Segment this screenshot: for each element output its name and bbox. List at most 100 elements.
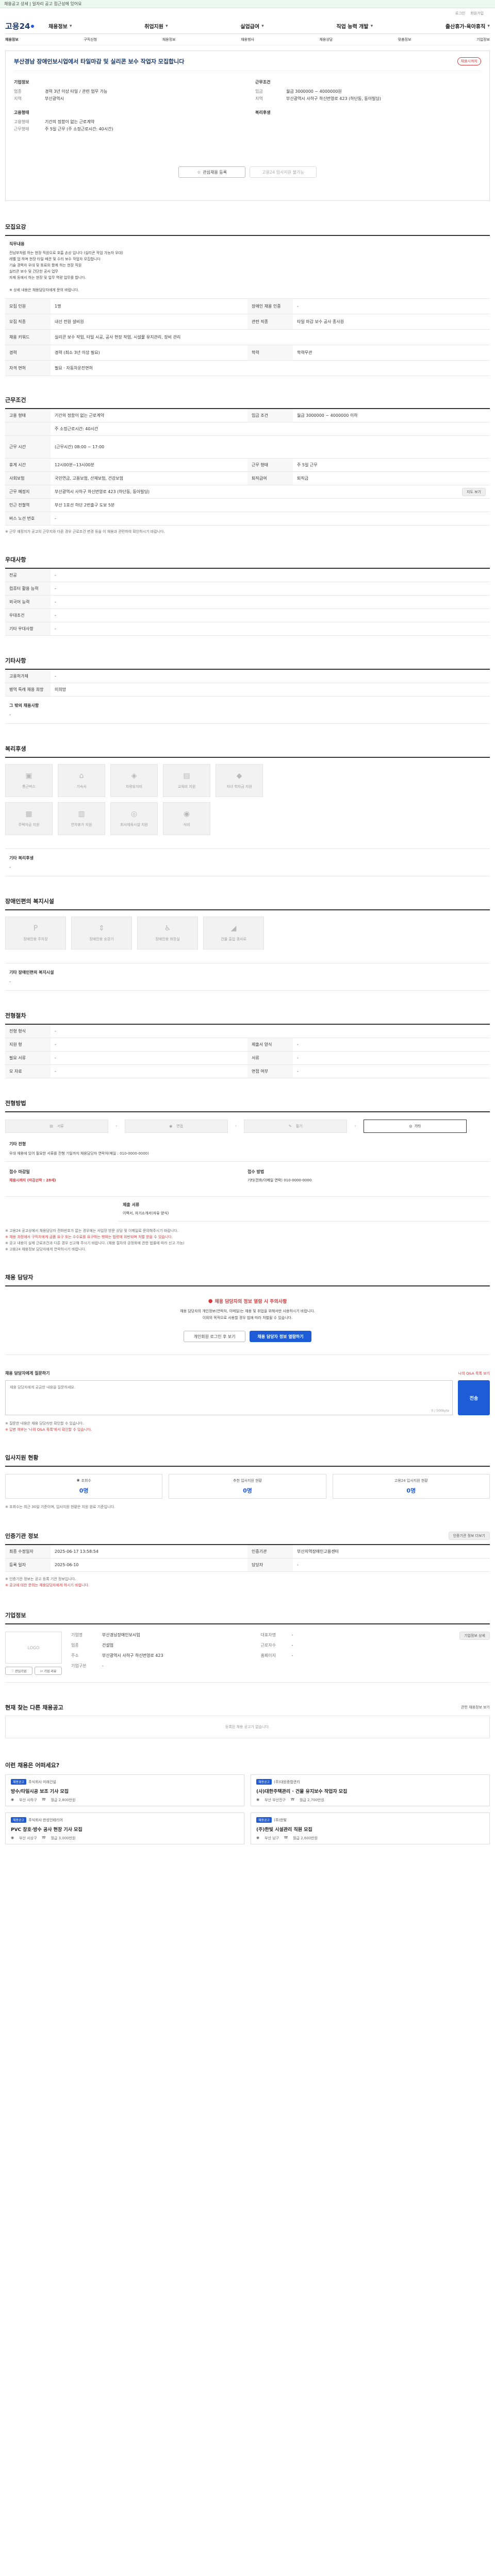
section-title: 모집요강 — [5, 224, 26, 230]
info-value: 부산광역시 사하구 하신번영로 423 (하단동, 동아빌딩) — [286, 96, 381, 101]
row-value: (근무시간) 08:00 ~ 17:00 — [55, 445, 105, 449]
job-desc-line: 자재 등에서 하는 현장 및 업무 역량 업무를 합니다. — [9, 276, 86, 280]
chevron-down-icon: ▼ — [69, 24, 72, 28]
map-view-button[interactable]: 지도 보기 — [462, 487, 486, 496]
apply-disabled-button[interactable]: 고용24 입사지원 불가능 — [250, 166, 317, 178]
subnav-item[interactable]: 채용정보 — [162, 37, 176, 42]
money-icon: ₩ — [42, 1798, 46, 1802]
row-value: 타일 마감 보수 공사 종사원 — [297, 319, 344, 324]
row-key: 주소 — [71, 1653, 79, 1658]
save-job-button[interactable]: ☆ 관심채용 등록 — [178, 166, 245, 178]
gnb-item-support[interactable]: 취업지원 ▼ — [144, 22, 168, 30]
row-key: 병역 특례 채용 희망 — [5, 683, 51, 696]
row-key: 근무 형태 — [248, 459, 293, 471]
meal-icon: ◉ — [183, 810, 190, 818]
signup-link[interactable]: 회원가입 — [470, 11, 484, 16]
row-value: 실리콘 보수 작업, 타일 시공, 공사 현장 작업, 시설물 유지관리, 장비… — [55, 335, 181, 340]
inquiry-submit-button[interactable]: 전송 — [458, 1380, 490, 1415]
recommend-card[interactable]: 채용공고 (주)대원종합관리 (사)대한주택관리 · 건물 유지보수 작업자 모집… — [251, 1774, 490, 1806]
follow-company-button[interactable]: ♡ 관심기업 — [5, 1667, 32, 1675]
money-icon: ₩ — [42, 1836, 46, 1840]
facility-tile-ramp: ◢ 건물 출입 경사로 — [203, 917, 264, 950]
section-title: 채용 담당자 — [5, 1274, 34, 1281]
row-value: - — [55, 516, 56, 521]
employ-heading: 고용형태 — [14, 110, 29, 115]
row-key: 담당자 — [248, 1558, 293, 1571]
row-key: 컴퓨터 활용 능력 — [5, 582, 51, 595]
welfare-tile-edu: ▤ 교육비 지원 — [163, 764, 210, 797]
section-title: 기타사항 — [5, 657, 26, 664]
row-value: 2025-06-10 — [55, 1563, 79, 1567]
gnb-item-benefit[interactable]: 실업급여 ▼ — [240, 22, 263, 30]
row-value: - — [55, 1029, 56, 1033]
welfare-tile-tuition: ◆ 자녀 학자금 지원 — [216, 764, 263, 797]
etc-other-value: - — [9, 713, 11, 717]
warn-line: 채용 담당자의 개인정보(연락처, 이메일)는 채용 및 취업을 위해서만 사용… — [180, 1309, 315, 1313]
row-value: 부산 1호선 하단 2번출구 도보 5분 — [55, 503, 115, 507]
utility-links: 로그인 회원가입 — [5, 8, 490, 19]
card-title: (사)대한주택관리 · 건물 유지보수 작업자 모집 — [256, 1789, 348, 1794]
certified-note: ※ 공고에 대한 문의는 채용담당자에게 하시기 바랍니다. — [5, 1583, 90, 1587]
row-value: 내선 전원 설비원 — [55, 319, 84, 324]
info-value: 주 5일 근무 (주 소정근로시간: 40시간) — [45, 127, 113, 131]
row-key: 모 자료 — [5, 1065, 51, 1078]
row-value: 학력무관 — [297, 350, 312, 355]
row-value: 기간의 정함이 없는 근로계약 — [55, 413, 104, 418]
subnav-item[interactable]: 맞춤정보 — [398, 37, 411, 42]
inquiry-textarea[interactable] — [6, 1381, 452, 1415]
subnav-item[interactable]: 채용정보 — [5, 37, 19, 42]
row-value: - — [55, 586, 56, 591]
login-to-view-button[interactable]: 개인회원 로그인 후 보기 — [184, 1331, 245, 1342]
inquiry-section: 채용 담당자에게 질문하기 나의 Q&A 목록 보기 0 / 500byte 전… — [5, 1370, 490, 1433]
recommend-card[interactable]: 채용공고 (주)한빛 (주)한빛 시설관리 직원 모집 ◉ 부산 남구 ₩ 월급 2,6… — [251, 1812, 490, 1844]
status-badge: 채용시까지 — [457, 57, 481, 65]
gnb-item-jobs[interactable]: 채용정보 ▼ — [48, 22, 72, 30]
status-card: ◉ 조회수 0명 — [5, 1474, 163, 1499]
info-key: 고용형태 — [14, 120, 29, 124]
company-detail-button[interactable]: 기업정보 상세 — [459, 1632, 490, 1640]
row-key: 홈페이지 — [260, 1653, 276, 1658]
company-section: 기업정보 LOGO ♡ 관심기업 ▭ 기업 리뷰 기업명 부산경남장애인보시업 대표자… — [5, 1611, 490, 1683]
row-value: - — [55, 1042, 56, 1047]
row-value: 부산경남장애인보시업 — [102, 1633, 140, 1637]
view-contact-button[interactable]: 채용 담당자 정보 열람하기 — [250, 1331, 311, 1342]
location-icon: ◉ — [256, 1798, 260, 1802]
row-key: 인증기관 — [248, 1545, 293, 1558]
step-interview: ◉ 면접 — [124, 1120, 228, 1133]
row-value: 미희망 — [55, 687, 67, 692]
my-qna-link[interactable]: 나의 Q&A 목록 보기 — [458, 1371, 490, 1376]
row-key: 퇴직급여 — [248, 472, 293, 485]
interview-icon: ◉ — [169, 1124, 173, 1128]
subnav-item[interactable]: 구직신청 — [84, 37, 97, 42]
section-title: 장애인편의 복지시설 — [5, 898, 54, 905]
card-title: 방수/타일시공 보조 기사 모집 — [11, 1789, 69, 1794]
row-key: 인근 전철역 — [5, 499, 51, 512]
top-notice-bar: 채용공고 상세 | 일자리 공고 접근성에 있어요 — [0, 0, 495, 8]
info-value: 경력 3년 이상 타일 / 관련 업무 가능 — [45, 89, 108, 94]
row-value: - — [102, 1664, 104, 1668]
sub-nav: 채용정보 구직신청 채용정보 채용행사 채용상담 맞춤정보 기업정보 — [5, 34, 490, 45]
job-header-card: 부산경남 장애인보시업에서 타일마감 및 실리콘 보수 작업자 모집합니다 채용… — [5, 50, 490, 201]
other-jobs-link[interactable]: 관련 채용정보 보기 — [461, 1705, 490, 1710]
recommend-card[interactable]: 채용공고 주식회사 한성인테리어 PVC 창호·방수 공사 현장 기사 모집 ◉ 부… — [5, 1812, 244, 1844]
welfare-tile-bus: ▣ 통근버스 — [5, 764, 53, 797]
subnav-item[interactable]: 기업정보 — [476, 37, 490, 42]
facility-tile-restroom: ♿ 장애인용 화장실 — [137, 917, 198, 950]
row-key: 학력 — [248, 345, 293, 360]
info-value: 부산광역시 — [45, 96, 64, 101]
row-key: 전형 형식 — [5, 1025, 51, 1038]
info-value: 기간의 정함이 없는 근로계약 — [45, 120, 94, 124]
gnb-item-leave[interactable]: 출산휴가·육아휴직 ▼ — [446, 22, 490, 30]
gnb-item-training[interactable]: 직업 능력 개발 ▼ — [336, 22, 373, 30]
subnav-item[interactable]: 채용행사 — [241, 37, 254, 42]
subnav-item[interactable]: 채용상담 — [319, 37, 333, 42]
status-value: 0명 — [243, 1487, 252, 1494]
site-logo[interactable]: 고용24 — [5, 21, 48, 31]
login-link[interactable]: 로그인 — [455, 11, 465, 16]
certified-more-button[interactable]: 인증기관 정보 더보기 — [448, 1532, 490, 1540]
section-title: 이런 채용은 어떠세요? — [5, 1762, 60, 1769]
money-icon: ₩ — [284, 1836, 288, 1840]
company-review-button[interactable]: ▭ 기업 리뷰 — [35, 1667, 62, 1675]
recommend-card[interactable]: 채용공고 주식회사 미래건설 방수/타일시공 보조 기사 모집 ◉ 부산 사하구 ₩ 월… — [5, 1774, 244, 1806]
row-value: - — [297, 1042, 299, 1047]
